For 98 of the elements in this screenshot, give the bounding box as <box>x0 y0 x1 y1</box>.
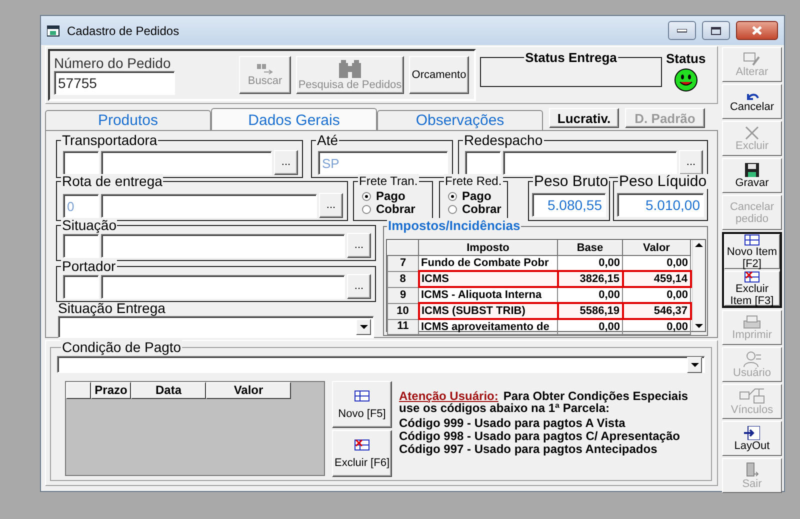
row-number: 11 <box>388 319 418 334</box>
close-icon <box>752 26 762 35</box>
table-cell: 5586,19 <box>558 303 622 319</box>
toolbar-button[interactable]: Gravar <box>722 158 782 193</box>
window-title: Cadastro de Pedidos <box>67 24 180 38</box>
column-header: Data <box>131 382 206 399</box>
toolbar-button[interactable]: Cancelar <box>722 84 782 119</box>
toolbar-button[interactable]: Novo Item [F2] <box>724 234 780 269</box>
order-number-field[interactable]: 57755 <box>54 71 175 95</box>
table-cell: ICMS aproveitamento de <box>418 319 558 334</box>
group-title: Rota de entrega <box>61 174 164 189</box>
table-delete-icon <box>744 270 760 282</box>
notice-text: Código 999 - Usado para pagtos A Vista <box>399 417 626 430</box>
table-cell: 3826,15 <box>558 271 622 287</box>
group-title: Transportadora <box>61 133 158 148</box>
toolbar-button[interactable]: Orcamento <box>409 56 469 94</box>
group-title: Peso Bruto <box>533 174 610 189</box>
column-header: Base <box>558 240 622 256</box>
name-field[interactable] <box>101 234 345 258</box>
group-title: Impostos/Incidências <box>387 218 522 233</box>
table-cell: 0,00 <box>558 319 622 334</box>
import-icon <box>744 426 760 440</box>
field-label: Número do Pedido <box>54 55 172 71</box>
cross-icon <box>745 126 759 140</box>
tab[interactable]: Dados Gerais <box>211 108 377 131</box>
users-icon <box>742 350 762 366</box>
linked-tables-icon <box>739 388 765 404</box>
tab[interactable]: Produtos <box>45 110 211 130</box>
group-title: Status Entrega <box>524 50 618 65</box>
undo-icon <box>745 90 759 100</box>
table-cell: 546,37 <box>622 303 690 319</box>
radio-option[interactable]: Pago <box>362 190 416 203</box>
group-title: Condição de Pagto <box>61 340 182 355</box>
app-icon <box>47 24 61 36</box>
lookup-button[interactable]: ... <box>679 150 703 175</box>
group-title: Redespacho <box>463 133 544 148</box>
radio-option[interactable]: Cobrar <box>448 203 502 216</box>
minimize-icon <box>677 28 687 32</box>
toolbar-button[interactable]: Excluir Item [F3] <box>724 271 780 306</box>
dropdown[interactable] <box>58 316 374 338</box>
notice-text: Código 998 - Usado para pagtos C/ Apresentação <box>399 430 681 443</box>
table-icon <box>744 234 760 246</box>
table-cell: ICMS (SUBST TRIB) <box>418 303 558 319</box>
weight-field[interactable]: 5.080,55 <box>532 193 606 217</box>
smiley-icon <box>674 68 698 92</box>
table-icon <box>354 390 370 402</box>
name-field[interactable] <box>503 151 677 175</box>
grid-button[interactable]: Excluir [F6] <box>332 430 392 477</box>
weight-field[interactable]: 5.010,00 <box>617 193 704 217</box>
radio-option[interactable]: Cobrar <box>362 203 416 216</box>
row-number: 7 <box>388 256 418 271</box>
maximize-button[interactable] <box>702 21 730 40</box>
table-delete-icon <box>354 438 370 450</box>
code-field[interactable] <box>63 151 99 175</box>
row-number: 10 <box>388 303 418 319</box>
column-header <box>66 382 91 399</box>
table-cell: 459,14 <box>622 271 690 287</box>
scrollbar[interactable] <box>692 240 705 331</box>
row-number: 9 <box>388 287 418 303</box>
code-field[interactable] <box>63 275 99 299</box>
row-number: 8 <box>388 271 418 287</box>
notice-text: Para Obter Condições Especiais <box>503 390 688 402</box>
toolbar-button[interactable]: LayOut <box>722 421 782 456</box>
group-title: Portador <box>61 259 117 274</box>
notice-text: use os códigos abaixo na 1ª Parcela: <box>399 402 610 414</box>
lookup-button[interactable]: ... <box>347 233 371 258</box>
group-title: Situação <box>61 218 118 233</box>
code-field[interactable] <box>63 234 99 258</box>
column-header: Prazo <box>91 382 131 399</box>
field-label: Situação Entrega <box>58 300 166 316</box>
edit-icon <box>743 52 761 66</box>
notice-text: Código 997 - Usado para pagtos Antecipados <box>399 443 658 456</box>
minimize-button[interactable] <box>668 21 696 40</box>
group-title: Peso Líquido <box>618 174 708 189</box>
lookup-button[interactable]: ... <box>347 274 371 299</box>
tab-button[interactable]: Lucrativ. <box>549 108 619 128</box>
status-label: Status <box>666 51 706 66</box>
name-field[interactable] <box>101 275 345 299</box>
column-header: Imposto <box>418 240 558 256</box>
lookup-button[interactable]: ... <box>274 150 298 175</box>
tab[interactable]: Observações <box>377 110 543 130</box>
lookup-button[interactable]: ... <box>319 193 343 218</box>
dropdown[interactable] <box>57 356 705 373</box>
code-field[interactable] <box>465 151 501 175</box>
grid-button[interactable]: Novo [F5] <box>332 381 392 428</box>
close-button[interactable] <box>736 21 778 40</box>
printer-icon <box>743 314 761 328</box>
name-field[interactable] <box>101 151 272 175</box>
column-header: Valor <box>622 240 690 256</box>
maximize-icon <box>711 26 721 34</box>
radio-option[interactable]: Pago <box>448 190 502 203</box>
table-cell: ICMS <box>418 271 558 287</box>
notice-title: Atenção Usuário: <box>399 390 498 402</box>
column-header: Valor <box>206 382 291 399</box>
table-cell: 0,00 <box>622 319 690 334</box>
exit-door-icon <box>745 462 759 478</box>
group-title: Até <box>316 133 340 148</box>
name-field[interactable] <box>101 194 317 218</box>
